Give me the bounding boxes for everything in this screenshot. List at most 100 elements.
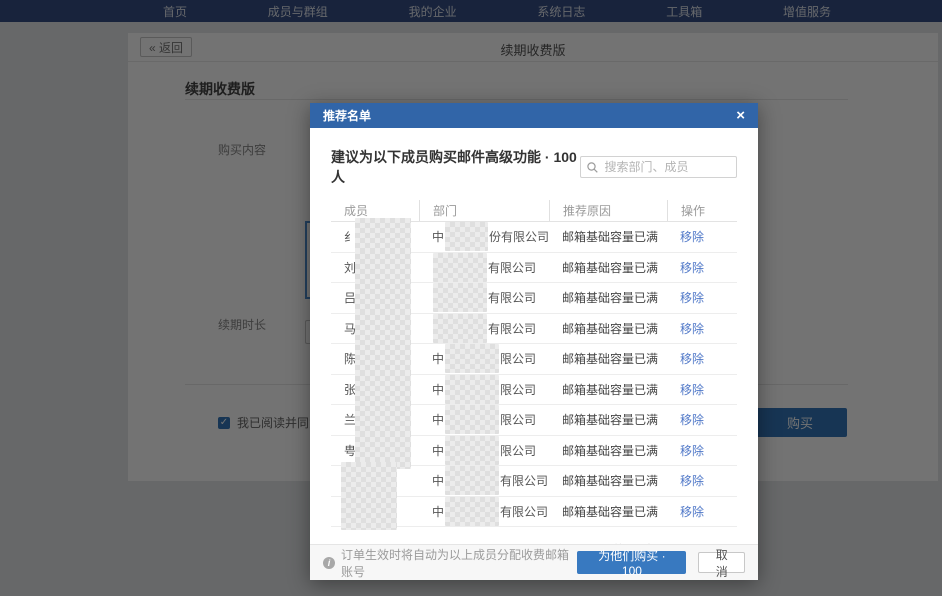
member-name-cell: 刘 (331, 253, 419, 283)
remove-link[interactable]: 移除 (680, 442, 704, 459)
remove-link[interactable]: 移除 (680, 381, 704, 398)
search-icon (587, 162, 598, 173)
action-cell: 移除 (667, 283, 737, 313)
member-name-cell: 兰 (331, 405, 419, 435)
recommend-reason: 邮箱基础容量已满 (562, 350, 658, 367)
company-prefix: 中 (432, 228, 444, 245)
company-prefix: 中 (432, 442, 444, 459)
info-icon: i (323, 557, 335, 569)
department-cell: 中 限公司 (419, 375, 549, 405)
department-cell: 中限公司 (419, 344, 549, 374)
column-header: 部门 (419, 200, 549, 221)
reason-cell: 邮箱基础容量已满 (549, 283, 667, 313)
reason-cell: 邮箱基础容量已满 (549, 253, 667, 283)
page: 首页成员与群组我的企业系统日志工具箱增值服务 « 返回 续期收费版 续期收费版 … (0, 0, 942, 596)
remove-link[interactable]: 移除 (680, 320, 704, 337)
company-suffix: 有限公司 (500, 472, 548, 489)
remove-link[interactable]: 移除 (680, 259, 704, 276)
blurred-company-patch (433, 314, 487, 343)
member-name-cell (331, 466, 419, 496)
company-suffix: 限公司 (500, 442, 536, 459)
remove-link[interactable]: 移除 (680, 411, 704, 428)
recommend-reason: 邮箱基础容量已满 (562, 228, 658, 245)
recommend-reason: 邮箱基础容量已满 (562, 472, 658, 489)
department-cell: 中 份有限公司 (419, 222, 549, 252)
reason-cell: 邮箱基础容量已满 (549, 466, 667, 496)
remove-link[interactable]: 移除 (680, 228, 704, 245)
company-suffix: 有限公司 (488, 320, 536, 337)
remove-link[interactable]: 移除 (680, 472, 704, 489)
department-cell: 中 有限公司 (419, 466, 549, 496)
reason-cell: 邮箱基础容量已满 (549, 375, 667, 405)
remove-link[interactable]: 移除 (680, 289, 704, 306)
blurred-company-patch (445, 375, 499, 404)
modal-footer: i 订单生效时将自动为以上成员分配收费邮箱账号 为他们购买 · 100 取消 (310, 544, 758, 580)
footer-note: 订单生效时将自动为以上成员分配收费邮箱账号 (341, 546, 577, 580)
blurred-company-patch (433, 283, 487, 312)
blurred-company-patch (445, 466, 499, 495)
action-cell: 移除 (667, 497, 737, 527)
member-name-cell (331, 497, 419, 527)
reason-cell: 邮箱基础容量已满 (549, 344, 667, 374)
company-prefix: 中 (432, 503, 444, 520)
company-prefix: 中 (432, 381, 444, 398)
company-prefix: 中 (432, 472, 444, 489)
recommend-reason: 邮箱基础容量已满 (562, 503, 658, 520)
search-input[interactable] (603, 159, 730, 175)
member-name-cell: 张 (331, 375, 419, 405)
action-cell: 移除 (667, 222, 737, 252)
modal-header: 推荐名单 × (310, 103, 758, 128)
remove-link[interactable]: 移除 (680, 503, 704, 520)
blurred-company-patch (445, 344, 499, 373)
table-row: 吕纟 有限公司邮箱基础容量已满移除 (331, 283, 737, 314)
column-header: 推荐原因 (549, 200, 667, 221)
table-rows: 纟中份有限公司邮箱基础容量已满移除刘有限公司邮箱基础容量已满移除吕纟有限公司邮箱… (331, 222, 737, 527)
recommend-reason: 邮箱基础容量已满 (562, 259, 658, 276)
company-suffix: 有限公司 (488, 289, 536, 306)
table-row: 纟中份有限公司邮箱基础容量已满移除 (331, 222, 737, 253)
search-box[interactable] (580, 156, 737, 178)
buy-for-them-button[interactable]: 为他们购买 · 100 (577, 551, 686, 574)
department-cell: 有限公司 (419, 283, 549, 313)
blurred-company-patch (433, 253, 487, 282)
recommend-reason: 邮箱基础容量已满 (562, 442, 658, 459)
action-cell: 移除 (667, 314, 737, 344)
blurred-company-patch (445, 222, 488, 251)
reason-cell: 邮箱基础容量已满 (549, 497, 667, 527)
action-cell: 移除 (667, 405, 737, 435)
column-header: 操作 (667, 200, 737, 221)
company-suffix: 限公司 (500, 381, 536, 398)
blurred-company-patch (445, 497, 499, 526)
table-row: 陈中限公司邮箱基础容量已满 移除 (331, 344, 737, 375)
modal-body: 建议为以下成员购买邮件高级功能 · 100人 成员部门推荐原因操作 纟中份有限公… (310, 128, 758, 561)
remove-link[interactable]: 移除 (680, 350, 704, 367)
blurred-name-patch (341, 493, 397, 530)
member-name-cell: 吕纟 (331, 283, 419, 313)
company-suffix: 限公司 (500, 350, 536, 367)
modal-title: 推荐名单 (323, 107, 371, 124)
member-table: 成员部门推荐原因操作 纟中份有限公司邮箱基础容量已满移除刘有限公司邮箱基础容量已… (331, 200, 737, 527)
action-cell: 移除 (667, 436, 737, 466)
member-name-cell: 陈 (331, 344, 419, 374)
company-suffix: 有限公司 (500, 503, 548, 520)
department-cell: 有限公司 (419, 253, 549, 283)
department-cell: 中 限公司 (419, 436, 549, 466)
member-name-cell: 甹 (331, 436, 419, 466)
company-suffix: 份有限公司 (489, 228, 549, 245)
department-cell: 有限公司 (419, 314, 549, 344)
recommend-reason: 邮箱基础容量已满 (562, 381, 658, 398)
recommend-list-modal: 推荐名单 × 建议为以下成员购买邮件高级功能 · 100人 成员部门推荐原因操作… (310, 103, 758, 580)
member-name-cell: 马 (331, 314, 419, 344)
department-cell: 中 有限公司 (419, 497, 549, 527)
cancel-button[interactable]: 取消 (698, 552, 745, 573)
action-cell: 移除 (667, 466, 737, 496)
reason-cell: 邮箱基础容量已满 (549, 314, 667, 344)
department-cell: 中限公司 (419, 405, 549, 435)
recommend-reason: 邮箱基础容量已满 (562, 320, 658, 337)
company-prefix: 中 (432, 411, 444, 428)
blurred-company-patch (445, 405, 499, 434)
reason-cell: 邮箱基础容量已满 (549, 222, 667, 252)
reason-cell: 邮箱基础容量已满 (549, 405, 667, 435)
close-icon[interactable]: × (736, 108, 745, 123)
table-row: 中 有限公司邮箱基础容量已满 移除 (331, 497, 737, 528)
